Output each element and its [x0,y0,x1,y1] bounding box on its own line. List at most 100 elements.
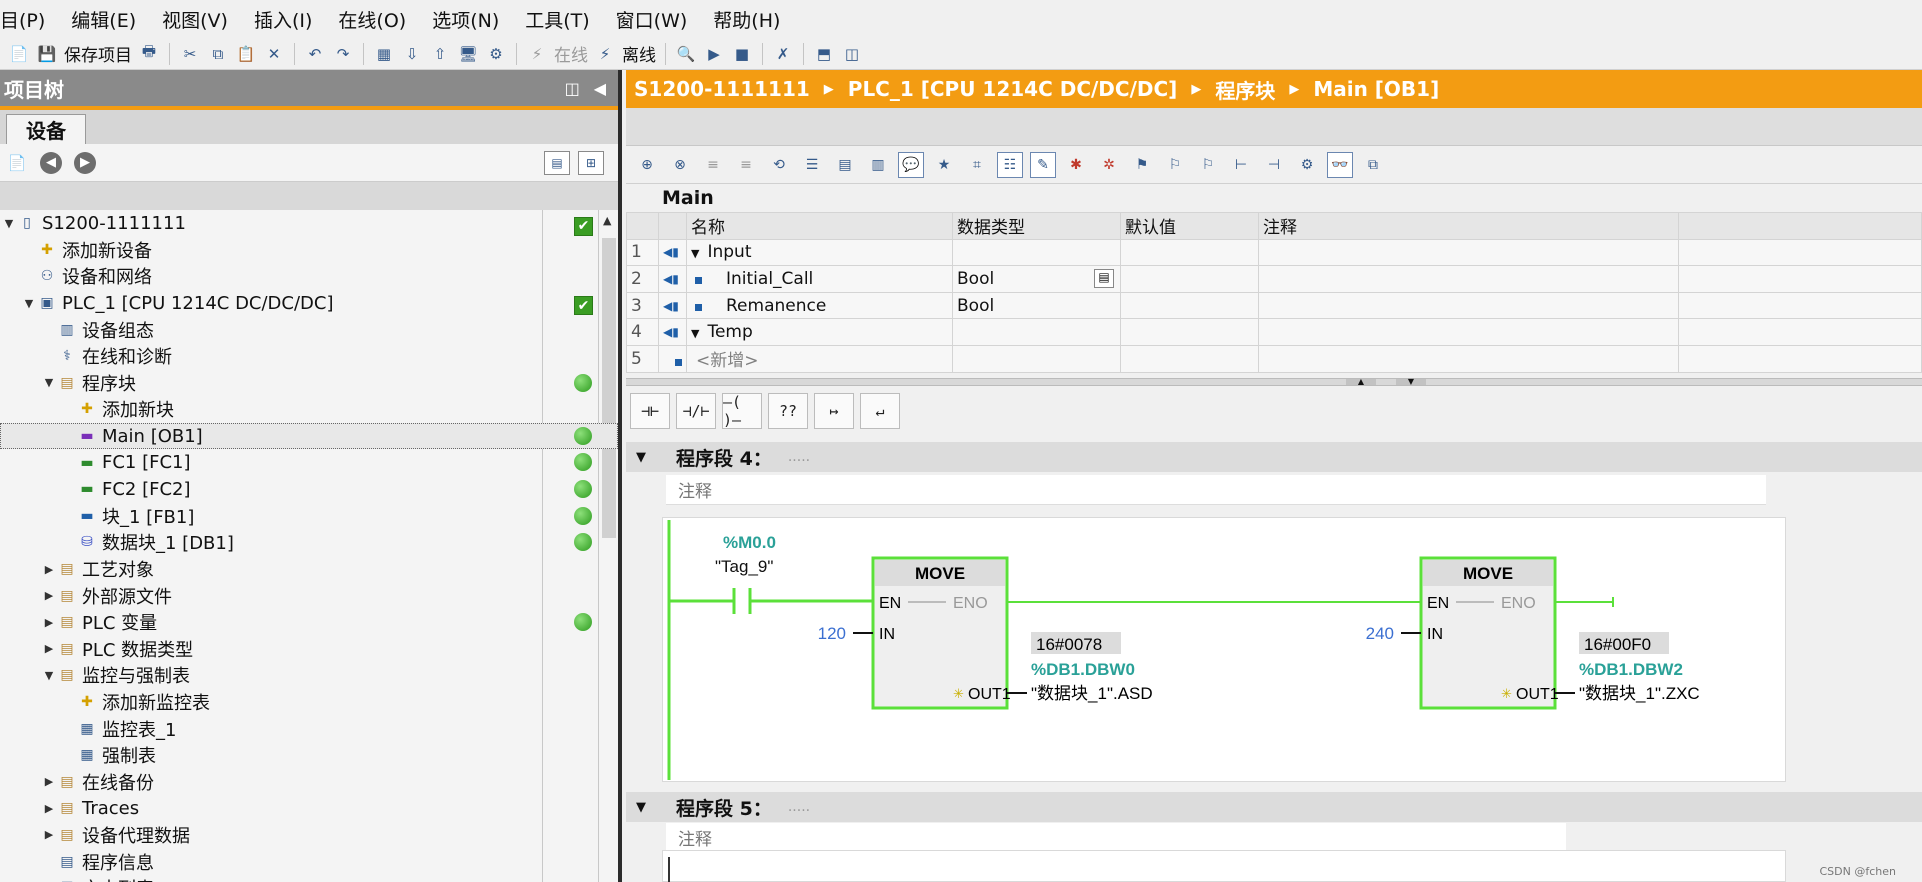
param-datatype-cell[interactable] [952,238,1121,267]
breadcrumb-item-1[interactable]: PLC_1 [CPU 1214C DC/DC/DC] [848,77,1178,101]
stop-cpu-icon[interactable]: ■ [731,43,753,65]
tree-item[interactable]: ▶ ▤ 工艺对象 [0,556,618,583]
menu-item-8[interactable]: 帮助(H) [713,6,794,33]
tree-item[interactable]: ▶ ▤ 外部源文件 [0,582,618,609]
network-5-comment[interactable]: 注释 [666,823,1566,853]
goto-error-icon[interactable]: ✱ [1063,152,1089,178]
collapsed-arrow-icon[interactable]: ▶ [42,563,56,576]
param-name-cell[interactable]: ▼ Input [686,238,953,267]
splitter-down-icon[interactable]: ▼ [1396,378,1426,386]
contact-tag[interactable]: "Tag_9" [715,557,773,576]
delete-network-icon[interactable]: ⊗ [667,152,693,178]
tree-item[interactable]: ▦ 强制表 [0,742,618,769]
breadcrumb-item-0[interactable]: S1200-1111111 [634,77,810,101]
delete-icon[interactable]: ✕ [263,43,285,65]
go-offline-icon[interactable]: ⚡ [594,43,616,65]
col-datatype-header[interactable]: 数据类型 [952,212,1121,240]
add-row-icon[interactable]: ≡ [733,152,759,178]
cross-reference-icon[interactable]: ✗ [772,43,794,65]
goto-prev-error-icon[interactable]: ✲ [1096,152,1122,178]
collapsed-arrow-icon[interactable]: ▶ [42,775,56,788]
abs-operand-icon[interactable]: ⌗ [964,152,990,178]
editor-splitter[interactable]: ▲ ▼ [626,378,1922,386]
monitor-icon[interactable]: ✎ [1030,151,1056,178]
interface-row[interactable]: 2 ◀▮ Initial_Call Bool ▤ [626,265,1922,293]
detail-view-icon[interactable]: ⊞ [578,151,604,175]
network-5-title-placeholder[interactable]: ..... [788,799,810,815]
param-comment-cell[interactable] [1258,291,1679,320]
move-block-2-out-tag[interactable]: "数据块_1".ZXC [1579,684,1700,703]
undo-icon[interactable]: ↶ [304,43,326,65]
tree-item[interactable]: ✚ 添加新监控表 [0,689,618,716]
expanded-arrow-icon[interactable]: ▼ [22,297,36,310]
splitter-up-icon[interactable]: ▲ [1346,378,1376,386]
tree-item[interactable]: ▶ ▤ 在线备份 [0,768,618,795]
expand-section-icon[interactable]: ▼ [691,247,699,260]
start-cpu-icon[interactable]: ▶ [703,43,725,65]
collapsed-arrow-icon[interactable]: ▶ [42,589,56,602]
param-datatype-cell[interactable]: Bool [952,291,1121,320]
interface-row[interactable]: 3 ◀▮ Remanence Bool [626,291,1922,320]
open-branch-button[interactable]: ↦ [814,393,854,429]
tree-item[interactable]: ▬ FC2 [FC2] [0,476,618,503]
tree-item[interactable]: ▶ ▤ 设备代理数据 [0,822,618,849]
tree-item[interactable]: ☰ 文本列表 [0,875,618,882]
split-horizontal-icon[interactable]: ⬒ [813,43,835,65]
modify-icon[interactable]: ⚙ [1294,152,1320,178]
tree-item[interactable]: ▥ 设备组态 [0,316,618,343]
network-5-header[interactable]: ▼ 程序段 5： ..... [626,792,1922,822]
expand-section-icon[interactable]: ▼ [691,327,699,340]
menu-item-4[interactable]: 在线(O) [338,6,420,33]
param-comment-cell[interactable] [1258,238,1679,267]
expanded-arrow-icon[interactable]: ▼ [42,669,56,682]
menu-item-1[interactable]: 编辑(E) [71,6,150,33]
download-icon[interactable]: ⇩ [401,43,423,65]
param-comment-cell[interactable] [1258,344,1679,373]
datatype-picker-icon[interactable]: ▤ [1094,269,1114,289]
tree-item[interactable]: ⛁ 数据块_1 [DB1] [0,529,618,556]
col-comment-header[interactable]: 注释 [1258,212,1679,240]
tree-item[interactable]: ▬ Main [OB1] [0,422,618,450]
tree-item[interactable]: ▶ ▤ PLC 变量 [0,609,618,636]
menu-item-2[interactable]: 视图(V) [162,6,242,33]
tree-item[interactable]: ⚇ 设备和网络 [0,263,618,290]
interface-row[interactable]: 4 ◀▮ ▼ Temp [626,318,1922,346]
go-online-button[interactable]: 在线 [554,41,588,66]
bookmark-next-icon[interactable]: ⚐ [1162,152,1188,178]
param-datatype-cell[interactable]: Bool ▤ [952,265,1121,293]
param-name-cell[interactable]: Initial_Call [686,265,953,293]
cut-icon[interactable]: ✂ [179,43,201,65]
upload-icon[interactable]: ⇧ [429,43,451,65]
bookmark-icon[interactable]: ⚑ [1129,152,1155,178]
collapsed-arrow-icon[interactable]: ▶ [42,828,56,841]
tree-item[interactable]: ▬ FC1 [FC1] [0,449,618,476]
col-default-header[interactable]: 默认值 [1120,212,1259,240]
tree-item[interactable]: ▼ ▣ PLC_1 [CPU 1214C DC/DC/DC] ✔ [0,290,618,317]
tree-item[interactable]: ▬ 块_1 [FB1] [0,503,618,530]
collapsed-arrow-icon[interactable]: ▶ [42,642,56,655]
param-default-cell[interactable] [1120,265,1259,293]
network-4-comment[interactable]: 注释 [666,475,1766,505]
param-name-cell[interactable]: <新增> [675,344,953,373]
expanded-arrow-icon[interactable]: ▼ [42,376,56,389]
new-item-icon[interactable]: 📄 [6,152,28,174]
network-4-title-placeholder[interactable]: ..... [788,449,810,465]
paste-icon[interactable]: 📋 [235,43,257,65]
menu-item-6[interactable]: 工具(T) [525,6,603,33]
param-comment-cell[interactable] [1258,318,1679,346]
param-datatype-cell[interactable] [952,318,1121,346]
open-all-networks-icon[interactable]: ▤ [832,152,858,178]
accessible-devices-icon[interactable]: 🔍 [675,43,697,65]
breadcrumb-item-3[interactable]: Main [OB1] [1313,77,1439,101]
move-block-1-in-value[interactable]: 120 [818,624,846,643]
tree-item[interactable]: ▤ 程序信息 [0,848,618,875]
interface-row[interactable]: 5 <新增> [626,344,1922,373]
param-default-cell[interactable] [1120,318,1259,346]
compile-icon[interactable]: ▦ [373,43,395,65]
param-name-cell[interactable]: ▼ Temp [686,318,953,346]
breadcrumb-item-2[interactable]: 程序块 [1215,75,1275,104]
print-icon[interactable]: 🖶 [138,42,160,65]
glasses-icon[interactable]: 👓 [1327,151,1353,178]
compare-icon[interactable]: ⧉ [1360,152,1386,178]
tree-item[interactable]: ⚕ 在线和诊断 [0,343,618,370]
